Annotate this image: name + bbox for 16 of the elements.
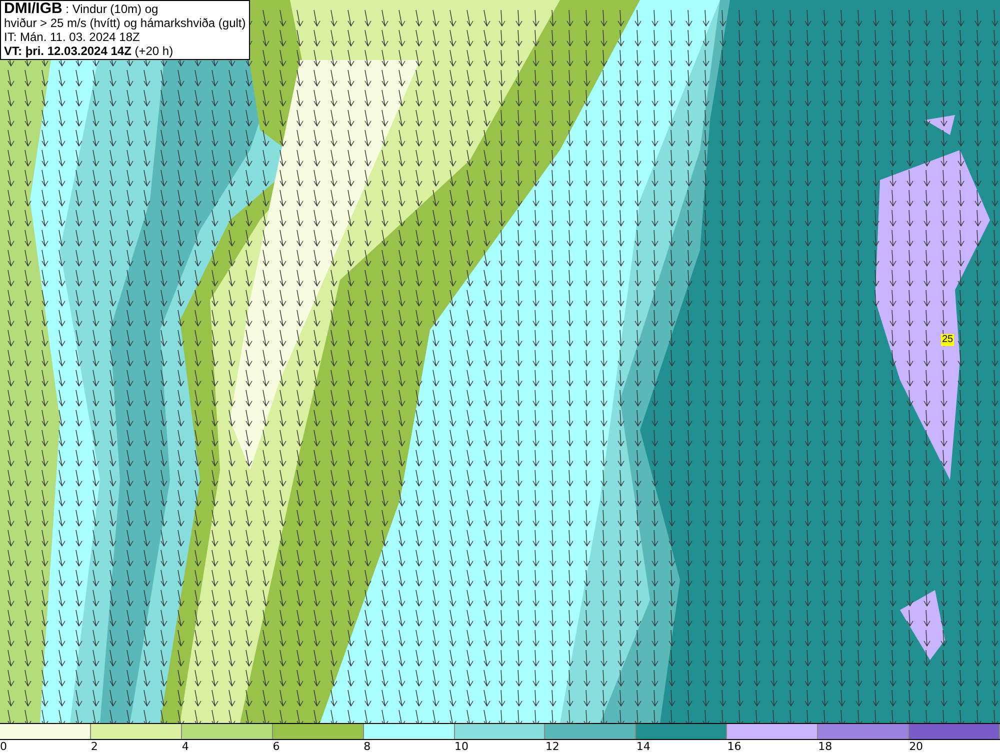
legend-label: 8 [364, 740, 371, 753]
legend-label: 2 [90, 740, 98, 753]
title-line: VT: þri. 12.03.2024 14Z (+20 h) [4, 44, 174, 58]
title-line: IT: Mán. 11. 03. 2024 18Z [4, 30, 141, 44]
max-gust-label: 25 [941, 334, 954, 346]
legend-label: 6 [272, 740, 280, 753]
legend-label: 20 [909, 740, 924, 753]
legend-label: 16 [727, 740, 742, 753]
title-line: hviður > 25 m/s (hvítt) og hámarkshviða (gult) [4, 16, 246, 30]
legend-label: 4 [182, 740, 189, 753]
legend-label: 10 [454, 740, 469, 753]
legend-label: 14 [636, 740, 650, 753]
legend-label: 12 [545, 740, 560, 753]
title-line: DMI/IGB : Vindur (10m) og [4, 2, 160, 16]
legend-label: 18 [818, 740, 832, 753]
legend-label: 0 [0, 740, 7, 753]
